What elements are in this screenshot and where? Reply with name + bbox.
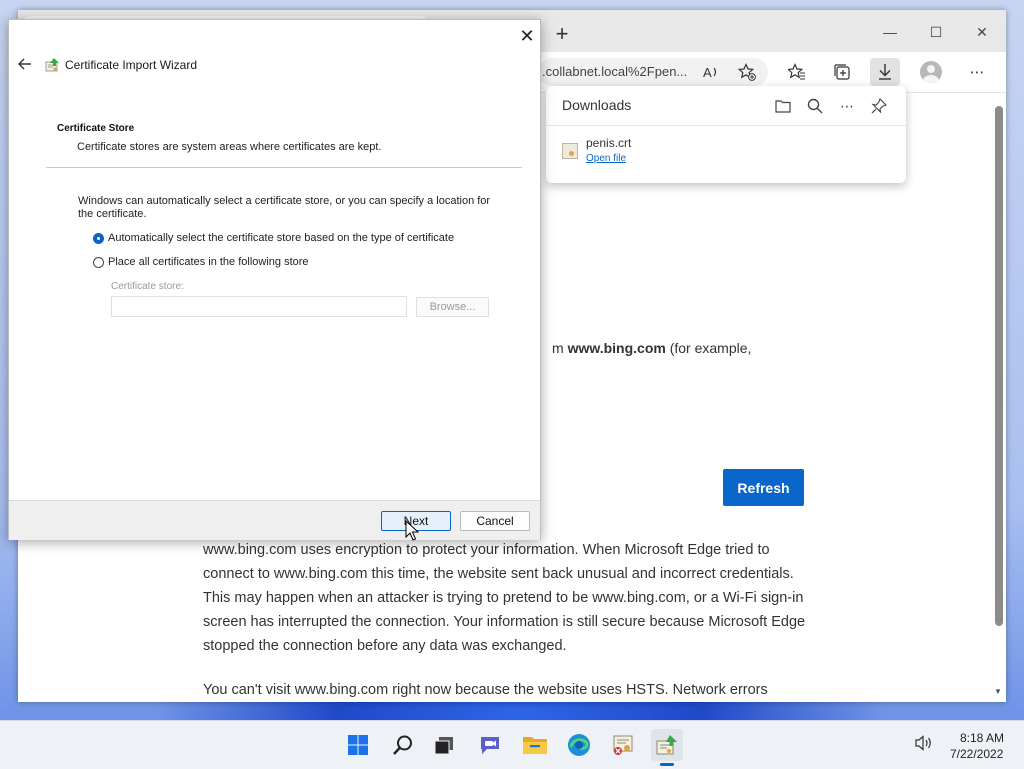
minimize-button[interactable]: — xyxy=(870,18,910,46)
back-arrow-icon[interactable] xyxy=(13,54,37,74)
downloads-icon[interactable] xyxy=(870,58,900,86)
file-explorer-icon[interactable] xyxy=(519,729,551,761)
read-aloud-icon[interactable]: A xyxy=(696,58,726,86)
pin-icon[interactable] xyxy=(866,94,892,118)
divider xyxy=(46,167,522,168)
snippet-bold: www.bing.com xyxy=(567,340,666,356)
add-favorite-icon[interactable] xyxy=(732,58,762,86)
clock-date[interactable]: 7/22/2022 xyxy=(950,747,1003,761)
address-text[interactable]: .collabnet.local%2Fpen... xyxy=(542,64,687,79)
chat-icon[interactable] xyxy=(474,729,506,761)
snippet-prefix: m xyxy=(552,340,568,356)
cancel-button[interactable]: Cancel xyxy=(460,511,530,531)
maximize-button[interactable]: ☐ xyxy=(916,18,956,46)
page-scrollbar[interactable]: ▼ xyxy=(994,102,1004,696)
taskbar: 8:18 AM 7/22/2022 xyxy=(0,720,1024,769)
open-file-link[interactable]: Open file xyxy=(586,153,626,164)
error-paragraph-2: You can't visit www.bing.com right now b… xyxy=(203,682,768,698)
error-snippet: m www.bing.com (for example, xyxy=(552,340,751,356)
open-folder-icon[interactable] xyxy=(770,94,796,118)
volume-icon[interactable] xyxy=(915,735,933,754)
page-heading: Certificate Store xyxy=(57,123,135,134)
certificate-import-wizard: ✕ Certificate Import Wizard Certificate … xyxy=(8,19,541,540)
certificate-file-icon xyxy=(562,143,578,159)
more-options-icon[interactable]: ⋯ xyxy=(834,94,860,118)
wizard-title: Certificate Import Wizard xyxy=(65,58,198,72)
downloads-panel: Downloads ⋯ penis.crt Open file xyxy=(546,86,906,183)
more-icon[interactable]: ⋯ xyxy=(962,58,992,86)
store-description: Windows can automatically select a certi… xyxy=(78,195,491,220)
certificate-wizard-icon xyxy=(45,58,59,72)
svg-text:A: A xyxy=(703,65,712,80)
favorites-icon[interactable] xyxy=(782,58,812,86)
close-window-button[interactable]: ✕ xyxy=(962,18,1002,46)
mouse-cursor-icon xyxy=(405,520,419,541)
scroll-down-icon[interactable]: ▼ xyxy=(994,687,1002,696)
error-paragraph-1: www.bing.com uses encryption to protect … xyxy=(203,542,806,654)
profile-icon[interactable] xyxy=(916,58,946,86)
scrollbar-thumb[interactable] xyxy=(995,106,1003,626)
start-icon[interactable] xyxy=(342,729,374,761)
clock-time[interactable]: 8:18 AM xyxy=(960,731,1004,745)
radio-auto-select[interactable]: Automatically select the certificate sto… xyxy=(93,232,454,244)
radio-button[interactable] xyxy=(93,256,104,268)
radio-place-in-store[interactable]: Place all certificates in the following … xyxy=(93,256,309,268)
new-tab-button[interactable]: + xyxy=(548,20,576,48)
task-view-icon[interactable] xyxy=(428,729,460,761)
radio-auto-label[interactable]: Automatically select the certificate sto… xyxy=(108,232,454,244)
browse-button: Browse... xyxy=(416,297,489,317)
active-app-indicator xyxy=(660,763,674,766)
download-filename[interactable]: penis.crt xyxy=(586,136,631,150)
page-subheading: Certificate stores are system areas wher… xyxy=(77,141,382,153)
certificate-error-icon[interactable] xyxy=(607,729,639,761)
certificate-wizard-icon[interactable] xyxy=(651,729,683,761)
avatar xyxy=(920,61,942,83)
wizard-footer: Next Cancel xyxy=(9,500,540,540)
refresh-button[interactable]: Refresh xyxy=(723,469,804,506)
search-icon[interactable] xyxy=(802,94,828,118)
radio-button-checked[interactable] xyxy=(93,232,104,244)
search-icon[interactable] xyxy=(387,729,419,761)
downloads-title: Downloads xyxy=(562,97,632,113)
edge-icon[interactable] xyxy=(563,729,595,761)
collections-icon[interactable] xyxy=(827,58,857,86)
certificate-store-field xyxy=(111,296,407,317)
close-icon[interactable]: ✕ xyxy=(513,24,541,48)
divider xyxy=(546,125,906,126)
snippet-suffix: (for example, xyxy=(665,340,752,356)
radio-manual-label[interactable]: Place all certificates in the following … xyxy=(108,256,309,268)
certificate-store-label: Certificate store: xyxy=(111,281,184,292)
